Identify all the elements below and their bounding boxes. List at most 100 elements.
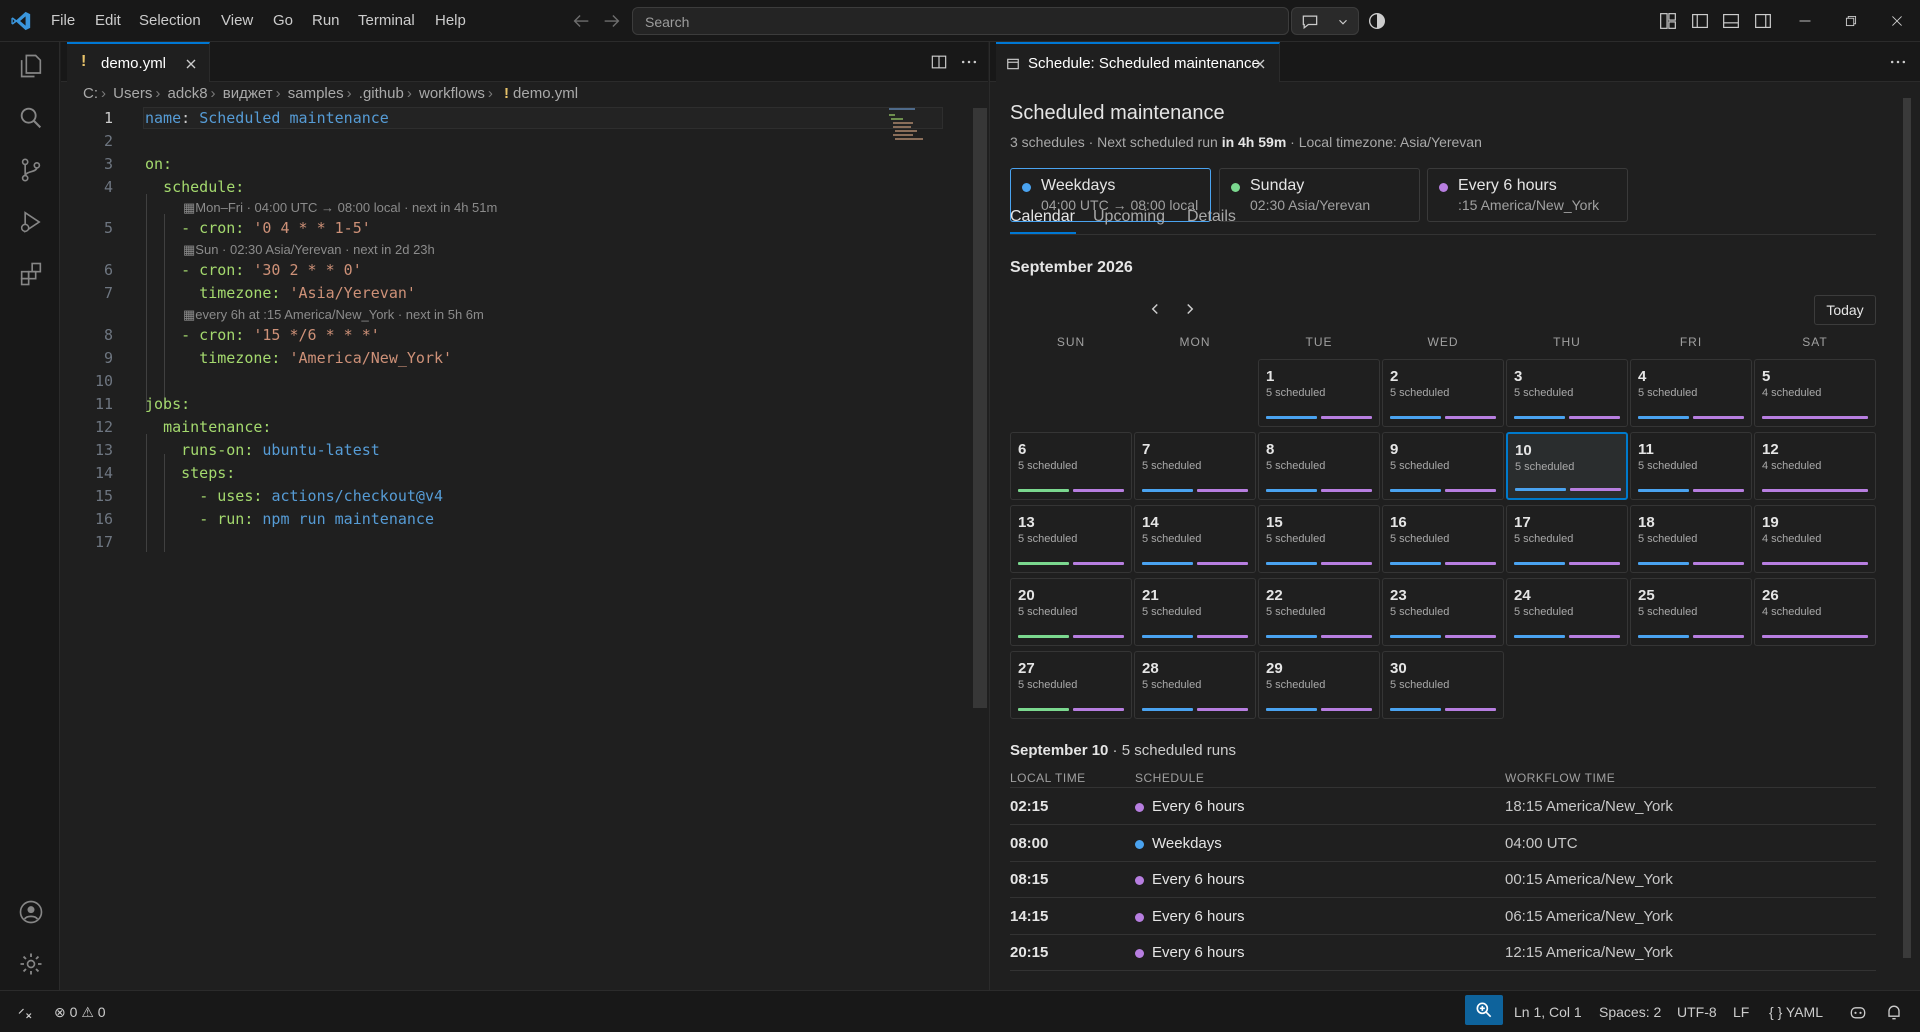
toggle-secondary-sidebar-icon[interactable]: [1752, 10, 1774, 32]
calendar-day[interactable]: 29 5 scheduled: [1258, 651, 1380, 719]
menu-file[interactable]: File: [51, 12, 75, 29]
calendar-day[interactable]: 13 5 scheduled: [1010, 505, 1132, 573]
breadcrumb-item[interactable]: C:: [83, 85, 98, 102]
calendar-day[interactable]: 8 5 scheduled: [1258, 432, 1380, 500]
tab-details[interactable]: Details: [1187, 208, 1236, 226]
notifications-bell-icon[interactable]: [1884, 1002, 1904, 1022]
calendar-day[interactable]: 28 5 scheduled: [1134, 651, 1256, 719]
account-icon[interactable]: [17, 898, 45, 926]
calendar-day[interactable]: 15 5 scheduled: [1258, 505, 1380, 573]
table-row[interactable]: 14:15 Every 6 hours 06:15 America/New_York: [1010, 899, 1876, 935]
codelens-hint[interactable]: ▦Sun · 02:30 Asia/Yerevan · next in 2d 2…: [183, 242, 435, 258]
calendar-day[interactable]: 24 5 scheduled: [1506, 578, 1628, 646]
cursor-position[interactable]: Ln 1, Col 1: [1514, 1004, 1582, 1020]
calendar-day[interactable]: 12 4 scheduled: [1754, 432, 1876, 500]
toggle-primary-sidebar-icon[interactable]: [1689, 10, 1711, 32]
calendar-day[interactable]: 4 5 scheduled: [1630, 359, 1752, 427]
calendar-day[interactable]: 1 5 scheduled: [1258, 359, 1380, 427]
end-of-line[interactable]: LF: [1733, 1004, 1749, 1020]
menu-edit[interactable]: Edit: [95, 12, 121, 29]
calendar-day[interactable]: 18 5 scheduled: [1630, 505, 1752, 573]
calendar-day[interactable]: 6 5 scheduled: [1010, 432, 1132, 500]
calendar-day[interactable]: 19 4 scheduled: [1754, 505, 1876, 573]
close-tab-icon[interactable]: [183, 56, 199, 72]
menu-run[interactable]: Run: [312, 12, 340, 29]
calendar-day[interactable]: 20 5 scheduled: [1010, 578, 1132, 646]
calendar-day[interactable]: 7 5 scheduled: [1134, 432, 1256, 500]
codelens-hint[interactable]: ▦Mon–Fri · 04:00 UTC → 08:00 local · nex…: [183, 200, 497, 216]
split-editor-icon[interactable]: [929, 52, 949, 72]
minimize-icon[interactable]: [1794, 10, 1816, 32]
schedule-card[interactable]: Every 6 hours:15 America/New_York: [1427, 168, 1628, 222]
copilot-chat-button[interactable]: [1291, 7, 1359, 35]
calendar-day[interactable]: 21 5 scheduled: [1134, 578, 1256, 646]
tab-calendar[interactable]: Calendar: [1010, 208, 1075, 226]
command-center-search[interactable]: Search: [632, 7, 1289, 35]
breadcrumb-item[interactable]: виджет: [223, 85, 273, 102]
table-row[interactable]: 02:15 Every 6 hours 18:15 America/New_York: [1010, 789, 1876, 825]
menu-view[interactable]: View: [221, 12, 253, 29]
breadcrumb-item[interactable]: Users: [113, 85, 152, 102]
calendar-day[interactable]: 17 5 scheduled: [1506, 505, 1628, 573]
more-actions-icon[interactable]: [959, 52, 979, 72]
editor-scrollbar[interactable]: [973, 108, 987, 708]
tab-schedule[interactable]: Schedule: Scheduled maintenance: [996, 42, 1280, 82]
explorer-icon[interactable]: [17, 52, 45, 80]
menu-go[interactable]: Go: [273, 12, 293, 29]
breadcrumb-item[interactable]: workflows: [419, 85, 485, 102]
breadcrumb-item[interactable]: .github: [359, 85, 404, 102]
breadcrumb-item[interactable]: samples: [288, 85, 344, 102]
previous-month-icon[interactable]: [1146, 300, 1164, 318]
panel-scrollbar[interactable]: [1903, 98, 1911, 958]
menu-terminal[interactable]: Terminal: [358, 12, 415, 29]
today-button[interactable]: Today: [1814, 295, 1876, 325]
indentation[interactable]: Spaces: 2: [1599, 1004, 1661, 1020]
close-window-icon[interactable]: [1886, 10, 1908, 32]
calendar-day[interactable]: 10 5 scheduled: [1506, 432, 1628, 500]
table-row[interactable]: 20:15 Every 6 hours 12:15 America/New_York: [1010, 935, 1876, 971]
vscode-logo-icon[interactable]: [10, 10, 32, 32]
remote-indicator-icon[interactable]: [16, 1003, 34, 1021]
tab-demo-yml[interactable]: ! demo.yml: [67, 42, 210, 82]
codelens-hint[interactable]: ▦every 6h at :15 America/New_York · next…: [183, 307, 484, 323]
back-arrow-icon[interactable]: [570, 10, 592, 32]
calendar-day[interactable]: 30 5 scheduled: [1382, 651, 1504, 719]
settings-gear-icon[interactable]: [17, 950, 45, 978]
extensions-icon[interactable]: [17, 260, 45, 288]
next-month-icon[interactable]: [1181, 300, 1199, 318]
minimap[interactable]: [889, 106, 929, 142]
forward-arrow-icon[interactable]: [601, 10, 623, 32]
more-actions-icon[interactable]: [1888, 52, 1908, 72]
calendar-day[interactable]: 25 5 scheduled: [1630, 578, 1752, 646]
encoding[interactable]: UTF-8: [1677, 1004, 1717, 1020]
calendar-day[interactable]: 14 5 scheduled: [1134, 505, 1256, 573]
run-debug-icon[interactable]: [17, 208, 45, 236]
problems-indicator[interactable]: ⊗ 0 ⚠ 0: [54, 1004, 106, 1021]
tab-upcoming[interactable]: Upcoming: [1093, 208, 1165, 226]
close-tab-icon[interactable]: [1252, 56, 1268, 72]
calendar-day[interactable]: 9 5 scheduled: [1382, 432, 1504, 500]
language-mode[interactable]: { } YAML: [1769, 1004, 1823, 1020]
source-control-icon[interactable]: [17, 156, 45, 184]
menu-help[interactable]: Help: [435, 12, 466, 29]
search-icon[interactable]: [17, 104, 45, 132]
customize-layout-icon[interactable]: [1657, 10, 1679, 32]
restore-icon[interactable]: [1840, 10, 1862, 32]
table-row[interactable]: 08:15 Every 6 hours 00:15 America/New_York: [1010, 862, 1876, 898]
zoom-button[interactable]: [1465, 995, 1503, 1025]
breadcrumb-item[interactable]: demo.yml: [513, 85, 578, 102]
calendar-day[interactable]: 2 5 scheduled: [1382, 359, 1504, 427]
calendar-day[interactable]: 22 5 scheduled: [1258, 578, 1380, 646]
toggle-panel-icon[interactable]: [1720, 10, 1742, 32]
calendar-day[interactable]: 3 5 scheduled: [1506, 359, 1628, 427]
calendar-day[interactable]: 11 5 scheduled: [1630, 432, 1752, 500]
calendar-day[interactable]: 16 5 scheduled: [1382, 505, 1504, 573]
calendar-day[interactable]: 27 5 scheduled: [1010, 651, 1132, 719]
accounts-contrast-icon[interactable]: [1366, 10, 1388, 32]
calendar-day[interactable]: 23 5 scheduled: [1382, 578, 1504, 646]
schedule-card[interactable]: Sunday 02:30 Asia/Yerevan: [1219, 168, 1420, 222]
breadcrumb-item[interactable]: adck8: [168, 85, 208, 102]
calendar-day[interactable]: 5 4 scheduled: [1754, 359, 1876, 427]
copilot-icon[interactable]: [1848, 1002, 1868, 1022]
calendar-day[interactable]: 26 4 scheduled: [1754, 578, 1876, 646]
